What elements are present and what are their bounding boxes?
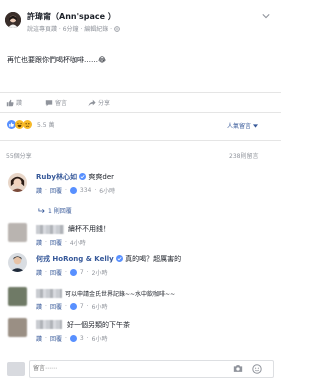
dot-separator: · [64,239,67,246]
comment-action-label: 留言 [55,100,68,107]
comment-author[interactable]: Ruby林心如 [36,173,77,181]
reactions-summary[interactable]: 5.5 萬 [7,120,54,129]
dot-separator: · [45,187,47,194]
view-replies-label: 1 則回覆 [48,208,72,215]
dot-separator: · [64,187,67,194]
like-badge-icon [69,303,77,310]
dot-separator: · [86,303,89,310]
comment-input[interactable] [33,362,223,374]
post-body: 再忙也要跟你們喝杯咖啡……😂 [7,56,107,64]
comment-reply-button[interactable]: 回覆 [50,268,62,277]
dot-separator: · [45,335,47,342]
comment-5-actions: 讚 · 回覆 · 3 · 6小時 [36,334,107,343]
comment-3: 何戎 HoRong & Kelly 真的喝？超厲害的 [36,254,181,264]
comment-3-actions: 讚 · 回覆 · 7 · 2小時 [36,268,107,277]
comment-like-count: 3 [79,335,84,342]
comment-like-button[interactable]: 讚 [36,238,42,247]
comment-reply-button[interactable]: 回覆 [50,186,62,195]
reaction-count: 5.5 萬 [37,122,55,129]
commenter-name-pixelated [36,320,62,329]
comment-reply-button[interactable]: 回覆 [50,302,62,311]
share-count[interactable]: 55個分享 [6,151,32,160]
chevron-down-icon[interactable] [262,13,270,19]
sad-reaction-icon [23,120,32,129]
dot-separator: · [45,269,47,276]
comment-text: 可以申請金氏世界記錄~~水中飲咖啡~~ [65,291,176,298]
divider [0,140,281,141]
comment-text: 續杯不用錢！ [68,225,110,233]
like-action-label: 讚 [16,100,23,107]
comment-count[interactable]: 238則留言 [229,151,258,160]
commenter-avatar[interactable] [8,287,27,306]
dot-separator: · [94,187,97,194]
sort-comments-dropdown[interactable]: 人氣留言 [227,121,259,130]
comment-text: 好一個另類的下午茶 [67,321,130,329]
divider [0,92,281,93]
share-icon [88,99,96,107]
comment-4-actions: 讚 · 回覆 · 7 · 6小時 [36,302,107,311]
dot-separator: · [86,269,89,276]
comment-text: 真的喝？超厲害的 [125,255,182,263]
comment-timestamp[interactable]: 4小時 [70,238,86,247]
like-badge-icon [69,335,77,342]
view-replies-link[interactable]: 1 則回覆 [38,206,72,215]
comment-composer [29,360,274,378]
dot-separator: · [86,335,89,342]
comment-text: 爽爽der [88,173,115,181]
thumbs-up-icon [6,99,14,107]
dot-separator: · [64,303,67,310]
dot-separator: · [64,269,67,276]
page-avatar[interactable] [5,12,21,28]
dot-separator: · [45,239,47,246]
comment-like-count: 7 [79,269,84,276]
dot-separator: · [64,335,67,342]
comment-action-button[interactable]: 留言 [45,98,67,107]
comment-like-count: 7 [79,303,84,310]
divider [0,112,281,113]
comment-like-button[interactable]: 讚 [36,186,42,195]
post-author[interactable]: 許瑋甯（Ann'space ） [27,11,116,22]
comment-timestamp[interactable]: 6小時 [92,302,108,311]
verified-badge-icon [79,173,87,180]
commenter-avatar[interactable] [8,253,27,272]
share-action-label: 分享 [98,100,111,107]
reply-arrow-icon [38,207,45,214]
sticker-icon[interactable] [252,364,262,374]
commenter-avatar[interactable] [8,173,27,192]
comment-author[interactable]: 何戎 HoRong & Kelly [36,255,114,263]
post-meta-text: 說這專頁讚 · 6分鐘 · 編輯紀錄 · [27,26,113,33]
sort-label: 人氣留言 [227,123,252,130]
comment-timestamp[interactable]: 6小時 [99,186,115,195]
comment-like-button[interactable]: 讚 [36,268,42,277]
like-badge-icon [69,269,77,276]
like-action-button[interactable]: 讚 [6,98,22,107]
dot-separator: · [45,303,47,310]
commenter-avatar[interactable] [8,318,27,337]
comment-like-count: 334 [79,187,92,194]
camera-icon[interactable] [233,364,243,373]
comment-like-button[interactable]: 讚 [36,302,42,311]
comment-1: Ruby林心如 爽爽der [36,172,114,182]
verified-badge-icon [115,255,123,262]
composer-avatar [7,362,25,376]
comment-like-button[interactable]: 讚 [36,334,42,343]
comment-reply-button[interactable]: 回覆 [50,238,62,247]
caret-down-icon [253,123,259,128]
commenter-avatar[interactable] [8,223,27,242]
post-meta: 說這專頁讚 · 6分鐘 · 編輯紀錄 · [27,24,120,33]
avatar-image [5,12,21,28]
comment-reply-button[interactable]: 回覆 [50,334,62,343]
share-action-button[interactable]: 分享 [88,98,110,107]
comment-1-actions: 讚 · 回覆 · 334 · 6小時 [36,186,115,195]
globe-icon [114,26,120,32]
commenter-name-pixelated [36,289,62,298]
commenter-name-pixelated [36,225,64,234]
comment-timestamp[interactable]: 6小時 [92,334,108,343]
comment-timestamp[interactable]: 2小時 [92,268,108,277]
comment-icon [45,99,53,107]
comment-2-actions: 讚 · 回覆 · 4小時 [36,238,86,247]
like-badge-icon [69,187,77,194]
